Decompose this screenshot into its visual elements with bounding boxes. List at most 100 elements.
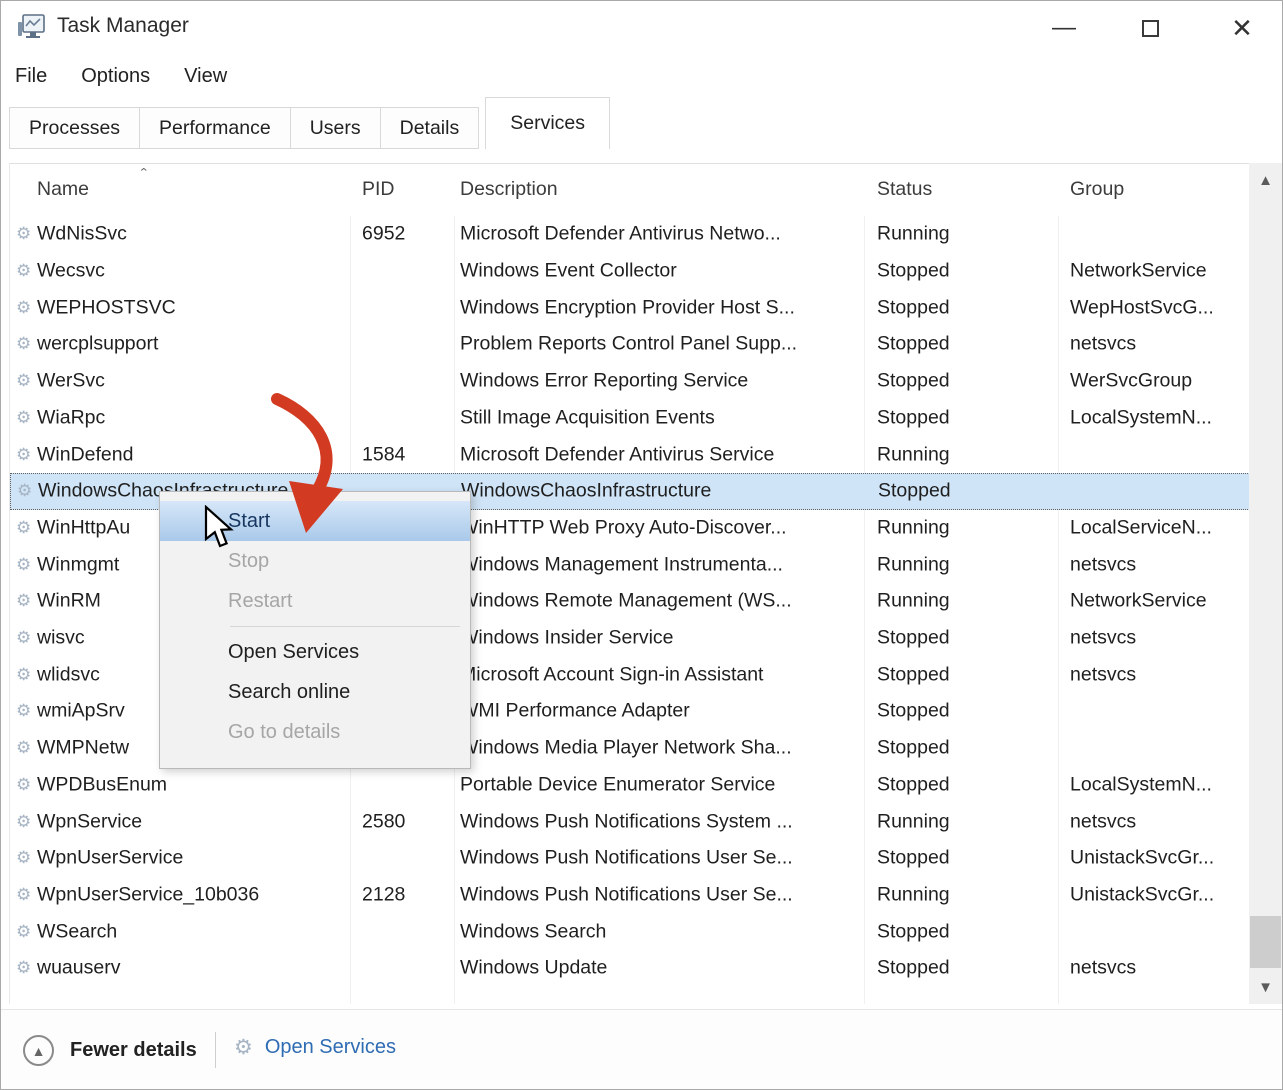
service-description: Problem Reports Control Panel Supp... bbox=[460, 333, 797, 356]
service-name: WinDefend bbox=[37, 443, 133, 466]
service-pid: 2128 bbox=[362, 883, 405, 906]
column-header-description[interactable]: Description bbox=[460, 178, 558, 201]
tab-processes[interactable]: Processes bbox=[9, 107, 139, 149]
service-gear-icon: ⚙ bbox=[16, 371, 31, 391]
service-group: netsvcs bbox=[1070, 553, 1136, 576]
service-gear-icon: ⚙ bbox=[16, 665, 31, 685]
table-row[interactable]: ⚙wercplsupportProblem Reports Control Pa… bbox=[10, 326, 1250, 363]
context-menu: StartStopRestartOpen ServicesSearch onli… bbox=[159, 491, 471, 769]
service-description: Windows Update bbox=[460, 957, 607, 980]
service-status: Stopped bbox=[877, 847, 950, 870]
service-name: WdNisSvc bbox=[37, 223, 127, 246]
tab-users[interactable]: Users bbox=[290, 107, 380, 149]
scrollbar-down-icon[interactable]: ▼ bbox=[1249, 970, 1282, 1004]
context-menu-item-open-services[interactable]: Open Services bbox=[160, 632, 470, 672]
service-status: Stopped bbox=[878, 480, 951, 503]
service-status: Stopped bbox=[877, 700, 950, 723]
menu-separator bbox=[230, 626, 460, 627]
service-description: Microsoft Defender Antivirus Netwo... bbox=[460, 223, 781, 246]
context-menu-item-stop: Stop bbox=[160, 541, 470, 581]
service-gear-icon: ⚙ bbox=[16, 701, 31, 721]
service-name: wuauserv bbox=[37, 957, 120, 980]
vertical-scrollbar[interactable]: ▲ ▼ bbox=[1249, 163, 1282, 1004]
service-group: WerSvcGroup bbox=[1070, 370, 1192, 393]
service-status: Running bbox=[877, 590, 950, 613]
service-name: wercplsupport bbox=[37, 333, 158, 356]
footer-bar: ▲ Fewer details ⚙ Open Services bbox=[1, 1009, 1282, 1090]
service-status: Stopped bbox=[877, 957, 950, 980]
table-row[interactable]: ⚙WPDBusEnumPortable Device Enumerator Se… bbox=[10, 767, 1250, 804]
tab-services[interactable]: Services bbox=[485, 97, 610, 149]
context-menu-item-go-to-details: Go to details bbox=[160, 712, 470, 752]
service-description: Windows Insider Service bbox=[460, 627, 674, 650]
table-row[interactable]: ⚙WpnUserService_10b0362128Windows Push N… bbox=[10, 877, 1250, 914]
column-header-status[interactable]: Status bbox=[877, 178, 932, 201]
open-services-link[interactable]: ⚙ Open Services bbox=[234, 1035, 396, 1060]
service-name: WMPNetw bbox=[37, 737, 129, 760]
service-description: WindowsChaosInfrastructure bbox=[461, 480, 711, 503]
column-header-name[interactable]: Name bbox=[37, 178, 89, 201]
table-row[interactable]: ⚙ WdNisSvc 6952 Microsoft Defender Antiviru… bbox=[10, 216, 1250, 253]
service-gear-icon: ⚙ bbox=[16, 591, 31, 611]
service-pid: 2580 bbox=[362, 810, 405, 833]
service-name: WinRM bbox=[37, 590, 101, 613]
tab-details[interactable]: Details bbox=[380, 107, 480, 149]
service-name: WpnUserService bbox=[37, 847, 183, 870]
service-name: Wecsvc bbox=[37, 260, 105, 283]
close-button[interactable]: ✕ bbox=[1213, 9, 1271, 47]
menu-file[interactable]: File bbox=[15, 65, 47, 88]
service-description: Windows Push Notifications System ... bbox=[460, 810, 793, 833]
table-row[interactable]: ⚙WinDefend1584Microsoft Defender Antivir… bbox=[10, 436, 1250, 473]
service-name: WerSvc bbox=[37, 370, 105, 393]
service-description: Windows Search bbox=[460, 920, 606, 943]
service-description: Microsoft Account Sign-in Assistant bbox=[460, 663, 763, 686]
service-gear-icon: ⚙ bbox=[16, 224, 31, 244]
service-pid: 6952 bbox=[362, 223, 405, 246]
service-status: Stopped bbox=[877, 627, 950, 650]
service-status: Running bbox=[877, 810, 950, 833]
service-name: wisvc bbox=[37, 627, 85, 650]
service-status: Running bbox=[877, 883, 950, 906]
table-row[interactable]: ⚙WSearchWindows SearchStopped bbox=[10, 913, 1250, 950]
service-group: UnistackSvcGr... bbox=[1070, 847, 1214, 870]
column-header-group[interactable]: Group bbox=[1070, 178, 1124, 201]
service-group: WepHostSvcG... bbox=[1070, 296, 1214, 319]
service-status: Stopped bbox=[877, 406, 950, 429]
service-name: wmiApSrv bbox=[37, 700, 125, 723]
service-name: WpnUserService_10b036 bbox=[37, 883, 259, 906]
service-gear-icon: ⚙ bbox=[16, 555, 31, 575]
service-description: Windows Management Instrumenta... bbox=[460, 553, 783, 576]
context-menu-item-start[interactable]: Start bbox=[160, 501, 470, 541]
maximize-button[interactable] bbox=[1121, 9, 1179, 47]
context-menu-item-search-online[interactable]: Search online bbox=[160, 672, 470, 712]
minimize-button[interactable]: — bbox=[1035, 9, 1093, 47]
service-description: WMI Performance Adapter bbox=[460, 700, 690, 723]
tab-performance[interactable]: Performance bbox=[139, 107, 290, 149]
table-row[interactable]: ⚙WerSvcWindows Error Reporting ServiceSt… bbox=[10, 363, 1250, 400]
service-description: Windows Push Notifications User Se... bbox=[460, 847, 793, 870]
table-row[interactable]: ⚙WpnService2580Windows Push Notification… bbox=[10, 803, 1250, 840]
table-row[interactable]: ⚙ WpnUserService Windows Push Notification… bbox=[10, 840, 1250, 877]
service-gear-icon: ⚙ bbox=[16, 518, 31, 538]
minimize-icon: — bbox=[1052, 14, 1076, 42]
task-manager-icon bbox=[17, 14, 45, 40]
service-name: Winmgmt bbox=[37, 553, 119, 576]
scrollbar-up-icon[interactable]: ▲ bbox=[1249, 163, 1282, 197]
service-name: WpnService bbox=[37, 810, 142, 833]
table-row[interactable]: ⚙WecsvcWindows Event CollectorStoppedNet… bbox=[10, 253, 1250, 290]
scrollbar-thumb[interactable] bbox=[1250, 916, 1281, 968]
service-group: netsvcs bbox=[1070, 810, 1136, 833]
table-row[interactable]: ⚙wuauservWindows UpdateStoppednetsvcs bbox=[10, 950, 1250, 987]
service-status: Stopped bbox=[877, 920, 950, 943]
service-gear-icon: ⚙ bbox=[16, 848, 31, 868]
footer-divider bbox=[215, 1032, 216, 1068]
column-header-pid[interactable]: PID bbox=[362, 178, 395, 201]
fewer-details-button[interactable]: ▲ Fewer details bbox=[23, 1035, 197, 1066]
menu-options[interactable]: Options bbox=[81, 65, 150, 88]
title-bar: Task Manager — ✕ bbox=[1, 1, 1282, 53]
service-gear-icon: ⚙ bbox=[17, 481, 32, 501]
menu-view[interactable]: View bbox=[184, 65, 227, 88]
table-row[interactable]: ⚙WEPHOSTSVCWindows Encryption Provider H… bbox=[10, 289, 1250, 326]
table-row[interactable]: ⚙WiaRpcStill Image Acquisition EventsSto… bbox=[10, 400, 1250, 437]
service-group: netsvcs bbox=[1070, 663, 1136, 686]
